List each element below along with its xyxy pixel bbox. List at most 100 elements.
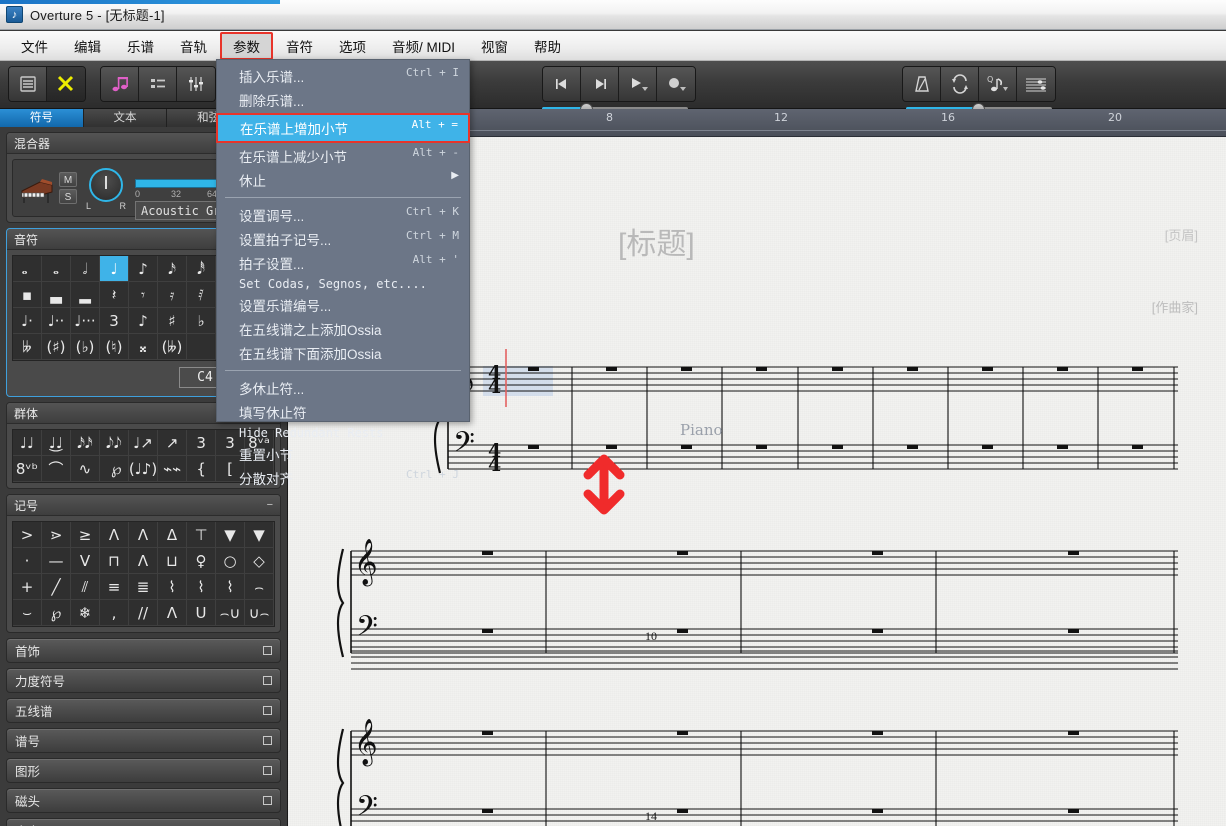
list-view-button[interactable] [139,67,177,101]
mark-accent-staccato[interactable]: ⋗ [42,522,71,548]
pan-knob[interactable]: L R [85,165,127,211]
mark-marcato-staccato[interactable]: Λ [129,522,158,548]
mark-marcato-open[interactable]: Δ [158,522,187,548]
loop-button[interactable] [941,67,979,101]
menu-bar[interactable]: 文件 编辑 乐谱 音轨 参数 音符 选项 音频/ MIDI 视窗 帮助 [0,31,1226,61]
group-ottava-bassa[interactable]: 8ᵛᵇ [13,456,42,482]
menu-parameters[interactable]: 参数 [220,32,273,60]
mark-upbow[interactable]: V [71,548,100,574]
expand-icon[interactable] [263,736,272,745]
note-view-button[interactable] [101,67,139,101]
rest-thirtysecond[interactable]: 𝅀 [187,282,216,308]
mark-wedge-2[interactable]: Λ [158,600,187,626]
menu-options[interactable]: 选项 [326,32,379,60]
mark-harmonic[interactable]: ○ [216,548,245,574]
menu-item-delete-score[interactable]: 删除乐谱... [217,88,469,112]
accidental-double-flat[interactable]: 𝄫 [13,334,42,360]
accidental-sharp[interactable]: ♯ [158,308,187,334]
mark-plus[interactable]: + [13,574,42,600]
note-half[interactable]: 𝅗𝅥 [71,256,100,282]
menu-item-remove-measure[interactable]: 在乐谱上减少小节 Alt + - [217,144,469,168]
mark-tenuto-dot[interactable]: ⊤ [187,522,216,548]
mark-snowflake[interactable]: ❄ [71,600,100,626]
note-thirtysecond[interactable]: 𝅘𝅥𝅰 [187,256,216,282]
rewind-button[interactable] [543,67,581,101]
group-beam-two[interactable]: 𝅘𝅥𝅮𝅘𝅥𝅮 [100,430,129,456]
group-dotted-pair[interactable]: ♩♩ [13,430,42,456]
marks-palette-grid[interactable]: > ⋗ ≥ Λ Λ Δ ⊤ ▼ ▼ · — V ⊓ Λ ⊔ ♀ ○ [12,521,275,627]
menu-item-set-time-signature[interactable]: 设置拍子记号... Ctrl + M [217,227,469,251]
menu-score[interactable]: 乐谱 [114,32,167,60]
section-guitar[interactable]: 吉它 [6,818,281,826]
section-ornaments[interactable]: 首饰 [6,638,281,663]
mark-pedal[interactable]: ℘ [42,600,71,626]
score-header-text[interactable]: [页眉] [1165,225,1198,244]
rest-quarter[interactable]: 𝄽 [100,282,129,308]
accidental-blank-1[interactable] [187,334,216,360]
note-quarter[interactable]: ♩ [100,256,129,282]
menu-item-rest-submenu[interactable]: 休止 ▶ [217,168,469,192]
group-brace[interactable]: { [187,456,216,482]
group-crescendo-note[interactable]: ♩↗ [129,430,158,456]
note-whole[interactable]: 𝅝 [42,256,71,282]
section-noteheads[interactable]: 磁头 [6,788,281,813]
dot-double[interactable]: ♩·· [42,308,71,334]
section-clef[interactable]: 谱号 [6,728,281,753]
mark-arpeggio-2[interactable]: ⌇ [187,574,216,600]
note-eighth[interactable]: ♪ [129,256,158,282]
accidental-flat[interactable]: ♭ [187,308,216,334]
group-triplet-beam[interactable]: 3 [187,430,216,456]
mark-wedge[interactable]: ▼ [245,522,274,548]
mark-downbow[interactable]: ⊓ [100,548,129,574]
metronome-button[interactable] [903,67,941,101]
menu-item-add-ossia-below[interactable]: 在五线谱下面添加Ossia [217,341,469,365]
mute-button[interactable]: M [59,172,77,187]
mark-fermata-pair-1[interactable]: ⌢∪ [216,600,245,626]
menu-item-reset-measures[interactable]: 重置小节 [217,442,469,466]
menu-audio-midi[interactable]: 音频/ MIDI [379,32,468,60]
expand-icon[interactable] [263,646,272,655]
expand-icon[interactable] [263,796,272,805]
group-pedal[interactable]: 𝅙℘ [100,456,129,482]
staff-button[interactable] [1017,67,1055,101]
mark-accent[interactable]: > [13,522,42,548]
rest-double-whole[interactable]: ▪ [13,282,42,308]
mark-tremolo-3[interactable]: ≡ [100,574,129,600]
section-dynamics[interactable]: 力度符号 [6,668,281,693]
group-glissando[interactable]: ↗ [158,430,187,456]
mark-wedge-filled[interactable]: ▼ [216,522,245,548]
expand-icon[interactable] [263,676,272,685]
menu-item-insert-score[interactable]: 插入乐谱... Ctrl + I [217,64,469,88]
mark-staccato[interactable]: · [13,548,42,574]
mark-bracket-down[interactable]: ⊔ [158,548,187,574]
menu-item-set-score-number[interactable]: 设置乐谱编号... [217,293,469,317]
accidental-double-sharp[interactable]: 𝄪 [129,334,158,360]
tab-text[interactable]: 文本 [84,109,168,127]
menu-item-hide-redundant-rests[interactable]: Hide Redundant Rests [217,424,469,442]
quantize-button[interactable]: Q [979,67,1017,101]
mark-fermata-short[interactable]: ⌢ [245,574,274,600]
menu-item-set-codas[interactable]: Set Codas, Segnos, etc.... [217,275,469,293]
marks-section-header[interactable]: 记号 − [7,495,280,516]
group-hairpin-pair[interactable]: ∿ [71,456,100,482]
menu-item-multi-rest[interactable]: 多休止符... [217,376,469,400]
menu-edit[interactable]: 编辑 [61,32,114,60]
menu-note[interactable]: 音符 [273,32,326,60]
menu-help[interactable]: 帮助 [521,32,574,60]
mark-tremolo-4[interactable]: ≣ [129,574,158,600]
mark-arpeggio-1[interactable]: ⌇ [158,574,187,600]
menu-window[interactable]: 视窗 [468,32,521,60]
mark-accent-heavy[interactable]: ≥ [71,522,100,548]
menu-item-beat-settings[interactable]: 拍子设置... Alt + ' [217,251,469,275]
group-metric-modulation[interactable]: (♩♪) [129,456,158,482]
mark-arpeggio-3[interactable]: ⌇ [216,574,245,600]
mark-fermata-pair-2[interactable]: ∪⌢ [245,600,274,626]
dot-triple[interactable]: ♩··· [71,308,100,334]
group-beam-four[interactable]: 𝅘𝅥𝅯𝅘𝅥𝅯 [71,430,100,456]
mark-tremolo-1[interactable]: ╱ [42,574,71,600]
note-double-whole[interactable]: 𝅝𝅙 [13,256,42,282]
menu-item-add-measure[interactable]: 在乐谱上增加小节 Alt + = [216,113,470,143]
forward-button[interactable] [581,67,619,101]
marks-collapse-icon[interactable]: − [267,499,273,511]
mark-harmonic-stop[interactable]: ♀ [187,548,216,574]
